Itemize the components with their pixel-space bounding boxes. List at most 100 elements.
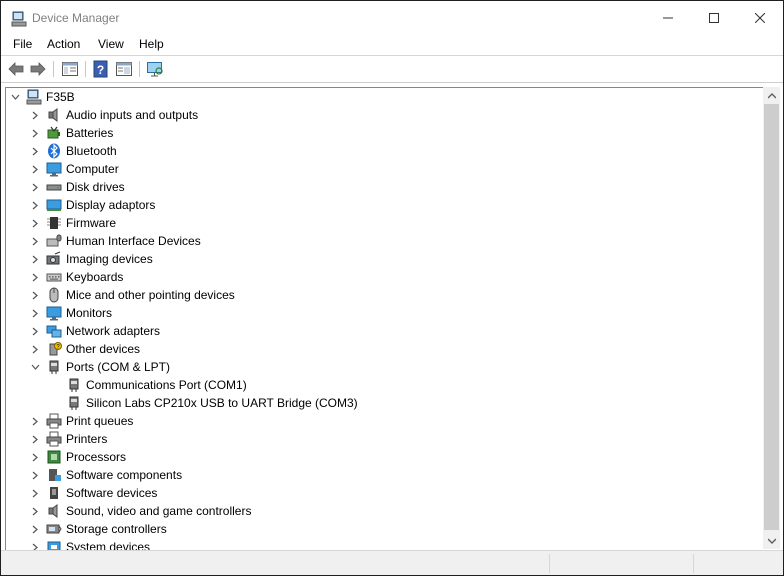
back-arrow-icon[interactable] — [7, 60, 25, 78]
expand-toggle[interactable] — [28, 286, 42, 304]
scroll-down-button[interactable] — [763, 532, 780, 549]
expand-toggle[interactable] — [28, 160, 42, 178]
tree-category[interactable]: Sound, video and game controllers — [28, 502, 251, 520]
expand-toggle[interactable] — [28, 466, 42, 484]
network-icon — [46, 325, 62, 338]
tree-category[interactable]: Firmware — [28, 214, 116, 232]
tree-item-label: Communications Port (COM1) — [86, 378, 247, 392]
expand-toggle[interactable] — [28, 214, 42, 232]
expand-toggle[interactable] — [28, 448, 42, 466]
menu-bar: File Action View Help — [1, 35, 783, 56]
svg-text:?: ? — [97, 63, 104, 77]
tree-device[interactable]: Communications Port (COM1) — [48, 376, 247, 394]
tree-item-label: Software components — [66, 468, 183, 482]
display-adapter-icon — [46, 199, 62, 211]
toolbar: ? — [1, 56, 783, 83]
expand-toggle[interactable] — [28, 412, 42, 430]
tree-category[interactable]: System devices — [28, 538, 150, 550]
close-button[interactable] — [737, 1, 783, 35]
tree-category[interactable]: Disk drives — [28, 178, 125, 196]
expand-toggle[interactable] — [28, 304, 42, 322]
tree-category[interactable]: Computer — [28, 160, 119, 178]
chevron-right-icon — [32, 237, 38, 245]
update-driver-icon[interactable] — [115, 60, 133, 78]
chevron-right-icon — [32, 507, 38, 515]
device-tree[interactable]: F35B Audio inputs and outputs Batteries Blu… — [5, 87, 764, 550]
scrollbar-thumb[interactable] — [764, 104, 779, 530]
tree-root[interactable]: F35B — [8, 88, 75, 106]
chevron-down-icon — [31, 364, 39, 370]
tree-device[interactable]: Silicon Labs CP210x USB to UART Bridge (… — [48, 394, 358, 412]
tree-category[interactable]: Monitors — [28, 304, 112, 322]
expand-toggle[interactable] — [28, 250, 42, 268]
tree-category[interactable]: Audio inputs and outputs — [28, 106, 198, 124]
tree-category[interactable]: Software components — [28, 466, 182, 484]
tree-category[interactable]: ? Other devices — [28, 340, 140, 358]
expand-toggle[interactable] — [28, 268, 42, 286]
expand-toggle[interactable] — [28, 196, 42, 214]
tree-category[interactable]: Printers — [28, 430, 107, 448]
menu-view[interactable]: View — [98, 37, 124, 51]
disk-drive-icon — [46, 184, 62, 191]
tree-item-label: Disk drives — [66, 180, 125, 194]
collapse-toggle[interactable] — [8, 88, 22, 106]
expand-toggle[interactable] — [28, 142, 42, 160]
minimize-button[interactable] — [645, 1, 691, 35]
forward-arrow-icon[interactable] — [29, 60, 47, 78]
tree-category[interactable]: Software devices — [28, 484, 157, 502]
tree-category[interactable]: Display adaptors — [28, 196, 155, 214]
tree-category[interactable]: Storage controllers — [28, 520, 167, 538]
scroll-up-button[interactable] — [763, 87, 780, 104]
expand-toggle[interactable] — [28, 106, 42, 124]
expand-toggle[interactable] — [28, 538, 42, 550]
expand-toggle[interactable] — [28, 502, 42, 520]
expand-toggle[interactable] — [28, 484, 42, 502]
help-icon[interactable]: ? — [92, 60, 110, 78]
chevron-right-icon — [32, 345, 38, 353]
printer-icon — [46, 413, 62, 429]
tree-category[interactable]: Ports (COM & LPT) — [28, 358, 170, 376]
tree-item-label: Storage controllers — [66, 522, 167, 536]
menu-help[interactable]: Help — [139, 37, 164, 51]
expand-toggle[interactable] — [28, 340, 42, 358]
chevron-right-icon — [32, 201, 38, 209]
minimize-icon — [663, 17, 673, 19]
tree-item-label: Monitors — [66, 306, 113, 320]
camera-icon — [46, 251, 61, 265]
menu-file[interactable]: File — [13, 37, 32, 51]
properties-panel-icon[interactable] — [61, 60, 79, 78]
chevron-right-icon — [32, 291, 38, 299]
expand-toggle[interactable] — [28, 232, 42, 250]
tree-item-label: Sound, video and game controllers — [66, 504, 252, 518]
vertical-scrollbar[interactable] — [763, 87, 780, 549]
menu-action[interactable]: Action — [47, 37, 80, 51]
chevron-down-icon — [11, 94, 19, 100]
scan-hardware-icon[interactable] — [146, 60, 164, 78]
keyboard-icon — [46, 273, 62, 282]
tree-item-label: Computer — [66, 162, 119, 176]
tree-category[interactable]: Human Interface Devices — [28, 232, 201, 250]
expand-toggle[interactable] — [28, 124, 42, 142]
expand-toggle[interactable] — [28, 520, 42, 538]
expand-toggle[interactable] — [28, 178, 42, 196]
tree-category[interactable]: Processors — [28, 448, 126, 466]
tree-category[interactable]: Bluetooth — [28, 142, 117, 160]
expand-toggle[interactable] — [28, 430, 42, 448]
tree-category[interactable]: Imaging devices — [28, 250, 153, 268]
port-child-icon — [69, 396, 79, 410]
maximize-button[interactable] — [691, 1, 737, 35]
title-bar[interactable]: Device Manager — [1, 1, 783, 35]
tree-category[interactable]: Mice and other pointing devices — [28, 286, 235, 304]
tree-category[interactable]: Batteries — [28, 124, 113, 142]
tree-category[interactable]: Print queues — [28, 412, 133, 430]
tree-category[interactable]: Keyboards — [28, 268, 123, 286]
collapse-toggle[interactable] — [28, 358, 42, 376]
expand-toggle[interactable] — [28, 322, 42, 340]
chevron-right-icon — [32, 309, 38, 317]
storage-controller-icon — [46, 524, 62, 534]
tree-category[interactable]: Network adapters — [28, 322, 160, 340]
toolbar-separator — [85, 61, 86, 77]
port-icon — [49, 360, 59, 374]
